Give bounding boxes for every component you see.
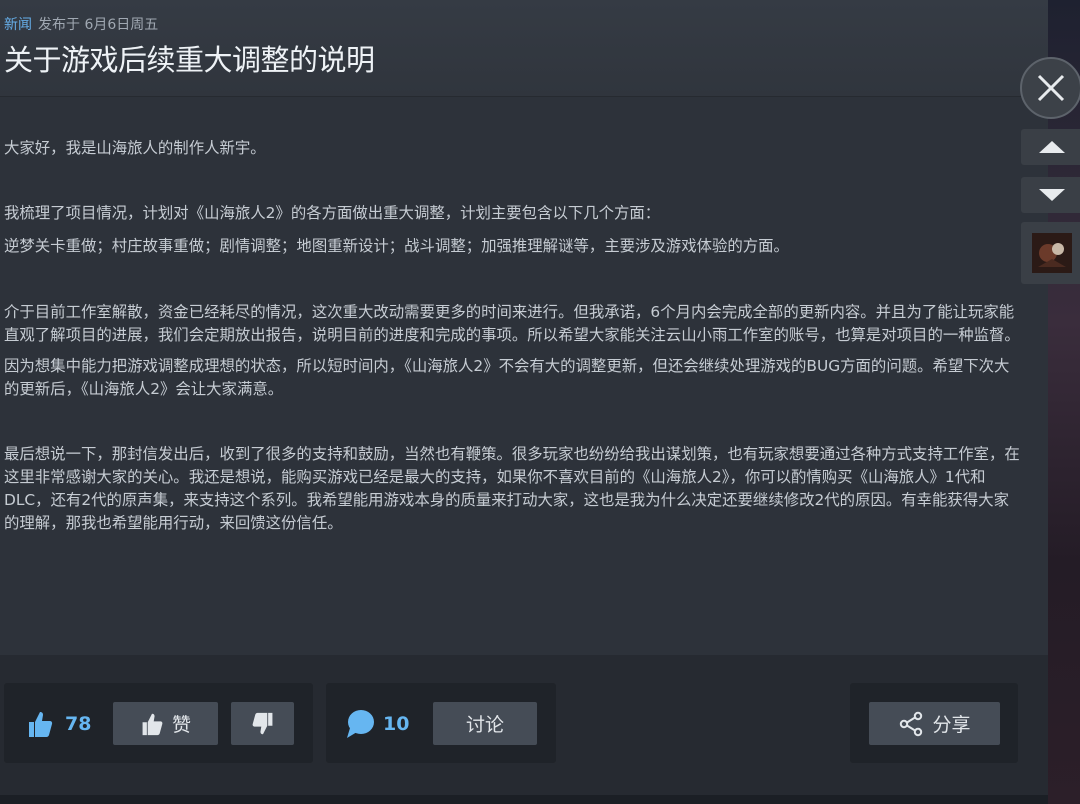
thumbs-up-icon <box>142 713 163 735</box>
comments-count: 10 <box>383 713 410 735</box>
paragraph: 大家好，我是山海旅人的制作人新宇。 <box>4 139 266 157</box>
discuss-label: 讨论 <box>465 714 504 736</box>
news-title: 关于游戏后续重大调整的说明 <box>4 43 375 77</box>
like-label: 赞 <box>171 714 191 736</box>
arrow-down-icon <box>1039 189 1065 201</box>
news-meta: 新闻 发布于 6月6日周五 <box>4 16 158 34</box>
share-button[interactable]: 分享 <box>869 702 1000 745</box>
comment-icon <box>345 708 375 740</box>
news-category[interactable]: 新闻 <box>4 17 32 33</box>
background-strip <box>1048 0 1080 804</box>
game-thumbnail <box>1032 233 1072 273</box>
post-date: 发布于 6月6日周五 <box>38 17 159 33</box>
close-icon <box>1037 74 1065 102</box>
game-thumbnail-button[interactable] <box>1021 222 1080 284</box>
discuss-button[interactable]: 讨论 <box>433 702 537 745</box>
arrow-up-icon <box>1039 141 1065 153</box>
news-body: 大家好，我是山海旅人的制作人新宇。 我梳理了项目情况，计划对《山海旅人2》的各方… <box>4 96 1024 535</box>
share-label: 分享 <box>932 714 971 736</box>
news-panel: 新闻 发布于 6月6日周五 关于游戏后续重大调整的说明 大家好，我是山海旅人的制作… <box>0 0 1048 795</box>
paragraph: 最后想说一下，那封信发出后，收到了很多的支持和鼓励，当然也有鞭策。很多玩家也纷纷… <box>4 445 1020 532</box>
share-icon <box>900 711 923 736</box>
paragraph: 逆梦关卡重做；村庄故事重做；剧情调整；地图重新设计；战斗调整；加强推理解谜等，主… <box>4 237 789 255</box>
thumbs-up-icon <box>26 709 54 739</box>
news-header: 新闻 发布于 6月6日周五 关于游戏后续重大调整的说明 <box>0 0 1048 97</box>
dislike-button[interactable] <box>231 702 294 745</box>
close-button[interactable] <box>1020 57 1080 119</box>
paragraph: 因为想集中能力把游戏调整成理想的状态，所以短时间内，《山海旅人2》不会有大的调整… <box>4 357 1010 398</box>
likes-count: 78 <box>65 713 92 735</box>
previous-button[interactable] <box>1021 129 1080 165</box>
next-button[interactable] <box>1021 177 1080 213</box>
like-button[interactable]: 赞 <box>113 702 218 745</box>
thumbs-down-icon <box>252 712 272 734</box>
paragraph: 介于目前工作室解散，资金已经耗尽的情况，这次重大改动需要更多的时间来进行。但我承… <box>4 303 1020 344</box>
paragraph: 我梳理了项目情况，计划对《山海旅人2》的各方面做出重大调整，计划主要包含以下几个… <box>4 204 661 222</box>
